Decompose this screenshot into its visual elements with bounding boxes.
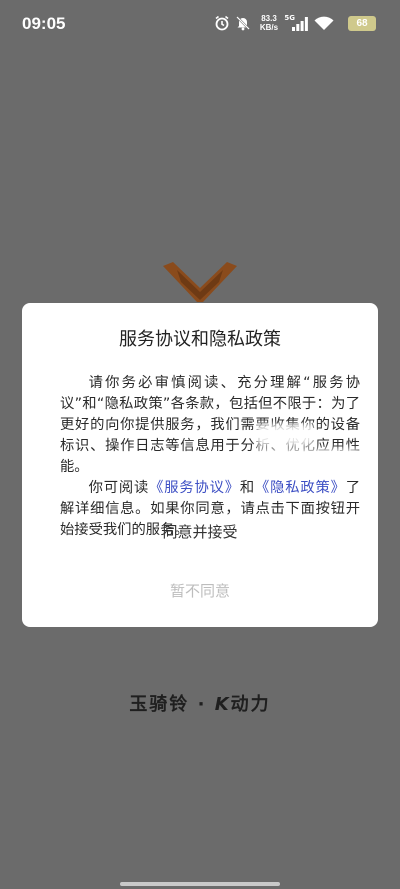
app-logo-icon (163, 262, 237, 306)
service-agreement-link[interactable]: 《服务协议》 (149, 480, 240, 496)
net-speed-unit: KB/s (259, 23, 279, 32)
signal-icon (292, 16, 308, 35)
dialog-title: 服务协议和隐私政策 (119, 329, 281, 350)
status-time: 09:05 (22, 14, 66, 33)
net-speed-value: 83.3 (261, 14, 277, 23)
home-indicator[interactable] (120, 882, 280, 886)
disagree-button[interactable]: 暂不同意 (22, 580, 378, 601)
brand-name: 玉骑铃 (129, 694, 190, 715)
wifi-icon (314, 16, 334, 35)
blur-overlay (258, 449, 358, 467)
agree-button[interactable]: 同意并接受 (22, 521, 378, 542)
brand-suffix: 动力 (230, 694, 271, 715)
blur-overlay (256, 424, 314, 446)
privacy-policy-link[interactable]: 《隐私政策》 (255, 480, 346, 496)
mute-icon (235, 15, 251, 35)
paragraph-2-mid: 和 (239, 480, 255, 496)
alarm-icon (214, 15, 230, 35)
privacy-dialog: 服务协议和隐私政策 请你务必审慎阅读、充分理解“服务协议”和“隐私政策”各条款，… (22, 303, 378, 627)
brand-separator: · (197, 694, 207, 715)
status-bar: 09:05 83.3 KB/s 5G 68 (0, 0, 400, 46)
paragraph-2-prefix: 你可阅读 (88, 480, 150, 496)
net-speed: 83.3 KB/s (252, 14, 286, 32)
brand-footer: 玉骑铃 · K动力 (0, 690, 400, 716)
brand-k-letter: K (214, 694, 231, 715)
battery-icon: 68 (348, 16, 376, 31)
